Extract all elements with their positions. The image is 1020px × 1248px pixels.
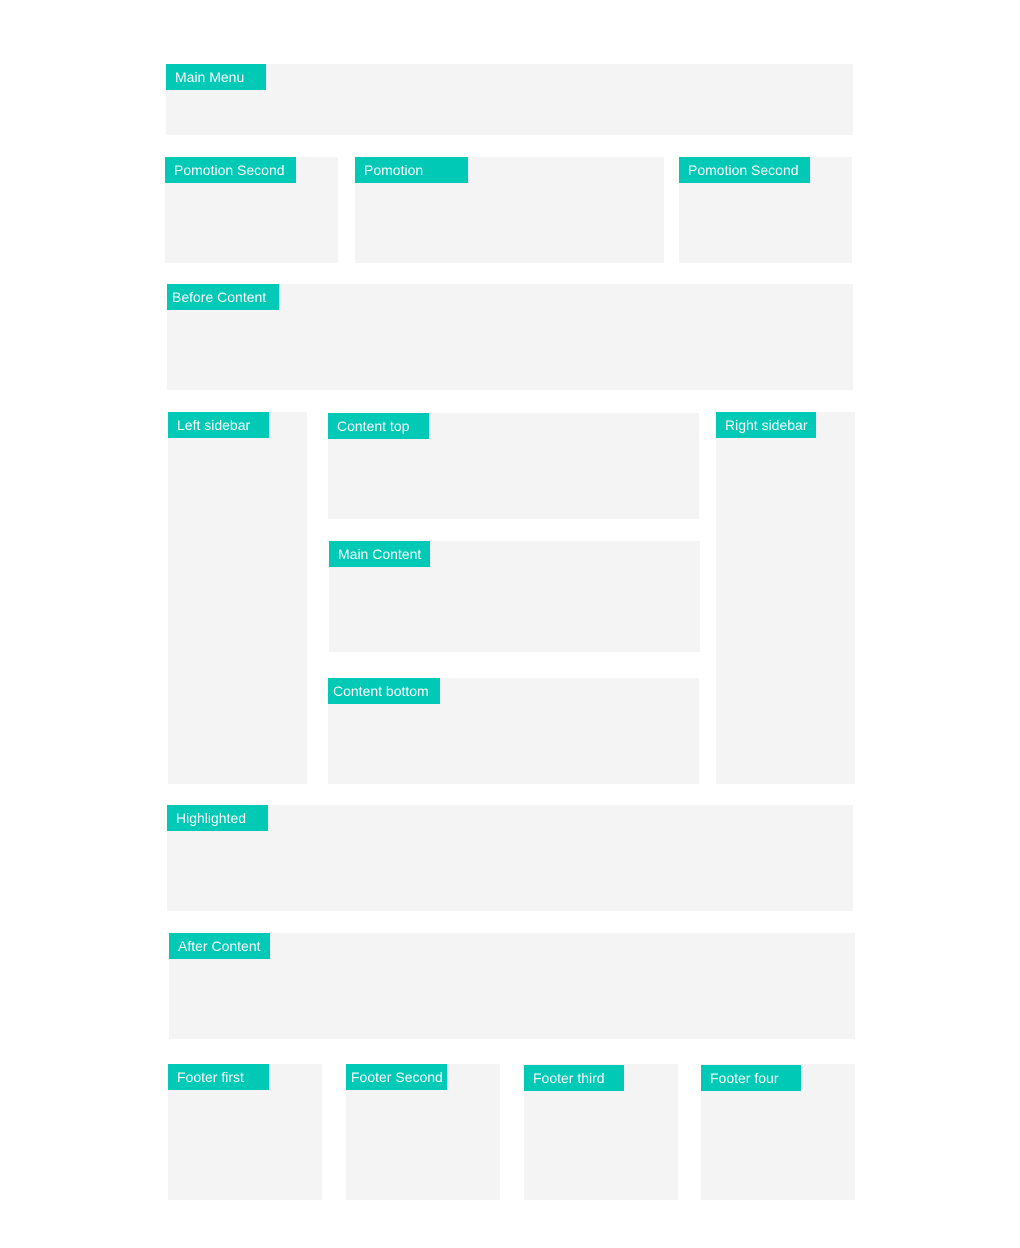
region-content-top: Content top xyxy=(328,413,699,519)
region-label: Before Content xyxy=(167,284,279,310)
region-label: Footer four xyxy=(701,1065,801,1091)
region-main-content: Main Content xyxy=(329,541,700,652)
region-label: Footer third xyxy=(524,1065,624,1091)
region-footer-third: Footer third xyxy=(524,1064,678,1200)
region-label: Highlighted xyxy=(167,805,268,831)
region-highlighted: Highlighted xyxy=(167,805,853,911)
region-label: Pomotion Second xyxy=(679,157,810,183)
region-main-menu: Main Menu xyxy=(166,64,853,135)
region-after-content: After Content xyxy=(169,933,855,1039)
region-label: Content top xyxy=(328,413,429,439)
region-label: Right sidebar xyxy=(716,412,816,438)
region-label: Pomotion xyxy=(355,157,468,183)
region-right-sidebar: Right sidebar xyxy=(716,412,855,784)
region-content-bottom: Content bottom xyxy=(328,678,699,784)
region-label: After Content xyxy=(169,933,270,959)
region-promotion-second-left: Pomotion Second xyxy=(165,157,338,263)
region-promotion: Pomotion xyxy=(355,157,664,263)
region-promotion-second-right: Pomotion Second xyxy=(679,157,852,263)
region-label: Left sidebar xyxy=(168,412,269,438)
region-label: Main Content xyxy=(329,541,430,567)
region-before-content: Before Content xyxy=(167,284,853,390)
region-label: Footer Second xyxy=(346,1064,447,1090)
layout-diagram: Main Menu Pomotion Second Pomotion Pomot… xyxy=(0,0,1020,1248)
region-footer-four: Footer four xyxy=(701,1064,855,1200)
region-footer-second: Footer Second xyxy=(346,1064,500,1200)
region-label: Pomotion Second xyxy=(165,157,296,183)
region-label: Main Menu xyxy=(166,64,266,90)
region-label: Content bottom xyxy=(328,678,440,704)
region-left-sidebar: Left sidebar xyxy=(168,412,307,784)
region-footer-first: Footer first xyxy=(168,1064,322,1200)
region-label: Footer first xyxy=(168,1064,269,1090)
